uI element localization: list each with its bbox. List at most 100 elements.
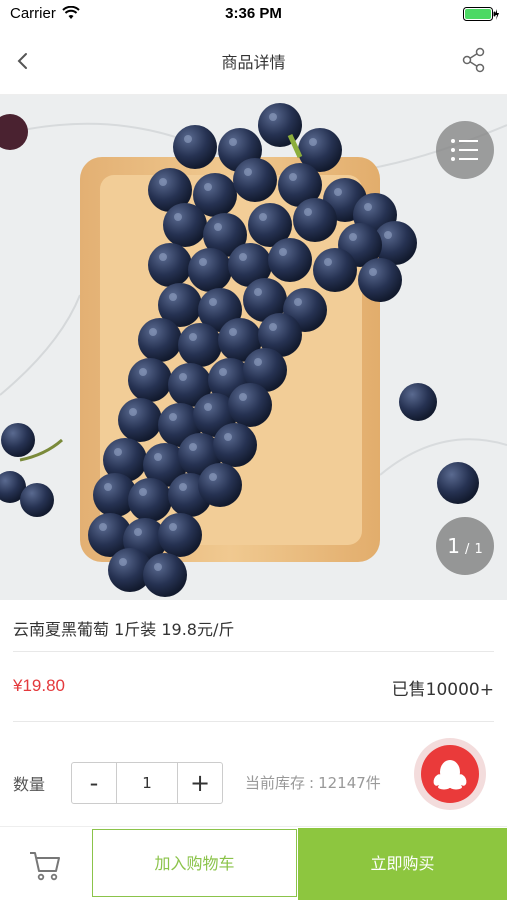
list-menu-icon[interactable] (436, 121, 494, 179)
add-to-cart-button[interactable]: 加入购物车 (92, 829, 297, 897)
grape-highlight (179, 373, 187, 381)
page-title: 商品详情 (221, 53, 286, 72)
grape (268, 238, 312, 282)
grape (118, 398, 162, 442)
grape-highlight (209, 473, 217, 481)
grape-highlight (229, 328, 237, 336)
grape-highlight (334, 188, 342, 196)
buy-now-button[interactable]: 立即购买 (298, 828, 507, 900)
grape-highlight (244, 168, 252, 176)
sold-count: 已售10000+ (391, 680, 494, 700)
grape-highlight (224, 433, 232, 441)
grape-highlight (189, 443, 197, 451)
divider (13, 721, 494, 722)
grape-highlight (294, 298, 302, 306)
grape (188, 248, 232, 292)
increment-button[interactable]: + (177, 763, 222, 803)
grape-highlight (219, 368, 227, 376)
grape-highlight (169, 413, 177, 421)
grape-highlight (384, 231, 392, 239)
pager-total: 1 (474, 542, 483, 557)
status-bar: Carrier 3:36 PM (0, 0, 507, 28)
grape-highlight (104, 483, 112, 491)
grape (173, 125, 217, 169)
grape-highlight (134, 528, 142, 536)
grape-highlight (324, 258, 332, 266)
grape-highlight (114, 448, 122, 456)
grape (163, 203, 207, 247)
grape-highlight (159, 253, 167, 261)
quantity-label: 数量 (13, 775, 46, 794)
grape-highlight (189, 333, 197, 341)
grape-highlight (364, 203, 372, 211)
grape (158, 513, 202, 557)
grape-highlight (149, 328, 157, 336)
grape-highlight (139, 488, 147, 496)
grape-highlight (229, 138, 237, 146)
quantity-stepper: - 1 + (71, 762, 223, 804)
grape (213, 423, 257, 467)
grape (313, 248, 357, 292)
decrement-button[interactable]: - (72, 763, 117, 803)
grape-highlight (254, 358, 262, 366)
pager-separator: / (465, 542, 470, 557)
grape-highlight (204, 403, 212, 411)
status-time: 3:36 PM (225, 5, 282, 22)
nav-bar: 商品详情 (0, 28, 507, 95)
grape (178, 323, 222, 367)
grape-highlight (159, 178, 167, 186)
stock-info: 当前库存:12147件 (245, 772, 381, 793)
grape (148, 243, 192, 287)
image-pager: 1 / 1 (436, 517, 494, 575)
grape-highlight (259, 213, 267, 221)
grape-highlight (304, 208, 312, 216)
qq-icon (421, 745, 479, 803)
grape-highlight (184, 135, 192, 143)
grapes-photo (0, 95, 507, 600)
grape-highlight (309, 138, 317, 146)
qq-chat-button[interactable] (414, 738, 486, 810)
grape-highlight (349, 233, 357, 241)
grape (138, 318, 182, 362)
grape-highlight (129, 408, 137, 416)
grape-highlight (174, 213, 182, 221)
grape-highlight (154, 563, 162, 571)
grape-highlight (204, 183, 212, 191)
grape (293, 198, 337, 242)
battery-icon (463, 7, 499, 21)
grape (128, 478, 172, 522)
grape (143, 553, 187, 597)
stock-separator: : (309, 774, 315, 792)
grape-highlight (239, 393, 247, 401)
grape-highlight (139, 368, 147, 376)
grape (233, 158, 277, 202)
price: ¥19.80 (13, 676, 65, 695)
grape-highlight (209, 298, 217, 306)
grape-highlight (169, 293, 177, 301)
grape-highlight (254, 288, 262, 296)
grape-highlight (239, 253, 247, 261)
bottom-action-bar: 加入购物车 立即购买 (0, 826, 507, 901)
grape (258, 103, 302, 147)
grape-highlight (214, 223, 222, 231)
grape (128, 358, 172, 402)
grape-highlight (369, 268, 377, 276)
grape (198, 463, 242, 507)
product-image[interactable]: 1 / 1 (0, 95, 507, 600)
grape-highlight (154, 453, 162, 461)
cart-icon[interactable] (27, 847, 63, 883)
grape-highlight (199, 258, 207, 266)
product-title: 云南夏黑葡萄 1斤装 19.8元/斤 (13, 620, 235, 639)
divider (13, 651, 494, 652)
grape-highlight (269, 323, 277, 331)
grape-highlight (119, 558, 127, 566)
grape-highlight (169, 523, 177, 531)
grape-highlight (99, 523, 107, 531)
stock-value: 12147件 (318, 774, 381, 792)
grape-highlight (269, 113, 277, 121)
grape-highlight (289, 173, 297, 181)
share-icon[interactable] (461, 46, 487, 74)
quantity-input[interactable]: 1 (117, 763, 177, 803)
stock-label: 当前库存 (245, 774, 306, 792)
grape (228, 383, 272, 427)
